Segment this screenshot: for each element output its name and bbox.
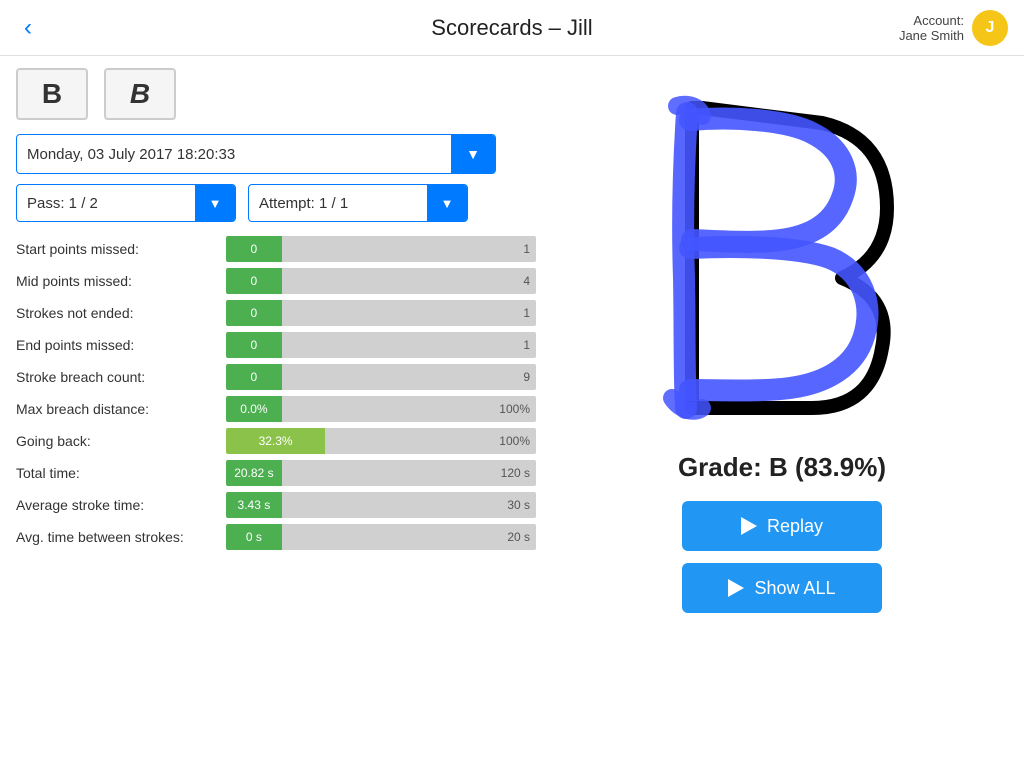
account-label: Account: [913, 13, 964, 28]
avatar[interactable]: J [972, 10, 1008, 46]
stat-max-label: 20 s [507, 530, 530, 544]
show-all-icon [728, 579, 744, 597]
page-title: Scorecards – Jill [431, 15, 592, 41]
stat-row: Stroke breach count:09 [16, 364, 536, 390]
stat-max-label: 100% [499, 434, 530, 448]
attempt-dropdown-label: Attempt: 1 / 1 [249, 195, 427, 212]
stat-max-label: 1 [523, 338, 530, 352]
stat-bar-fill: 20.82 s [226, 460, 282, 486]
replay-button[interactable]: Replay [682, 501, 882, 551]
replay-icon [741, 517, 757, 535]
stat-bar-fill: 0 [226, 300, 282, 326]
left-panel: B B Monday, 03 July 2017 18:20:33 Pass: … [16, 68, 536, 756]
main-content: B B Monday, 03 July 2017 18:20:33 Pass: … [0, 56, 1024, 768]
account-name: Jane Smith [899, 28, 964, 43]
show-all-button[interactable]: Show ALL [682, 563, 882, 613]
letter-canvas [612, 78, 952, 438]
stat-label: End points missed: [16, 337, 216, 353]
account-area: Account: Jane Smith J [899, 10, 1008, 46]
stat-row: Max breach distance: 0.0% 100% [16, 396, 536, 422]
date-dropdown-arrow[interactable] [451, 135, 495, 173]
stat-max-label: 4 [523, 274, 530, 288]
stat-label: Average stroke time: [16, 497, 216, 513]
stat-label: Avg. time between strokes: [16, 529, 216, 545]
pass-dropdown[interactable]: Pass: 1 / 2 [16, 184, 236, 222]
stat-max-label: 9 [523, 370, 530, 384]
stat-bar-container: 3.43 s 30 s [226, 492, 536, 518]
stat-label: Total time: [16, 465, 216, 481]
date-dropdown[interactable]: Monday, 03 July 2017 18:20:33 [16, 134, 496, 174]
stat-label: Stroke breach count: [16, 369, 216, 385]
pass-dropdown-label: Pass: 1 / 2 [17, 195, 195, 212]
stat-bar-container: 09 [226, 364, 536, 390]
stat-bar-fill: 0 [226, 332, 282, 358]
stat-bar-container: 0 s 20 s [226, 524, 536, 550]
stat-bar-fill: 0.0% [226, 396, 282, 422]
grade-display: Grade: B (83.9%) [678, 452, 886, 483]
back-button[interactable]: ‹ [16, 10, 40, 46]
stat-row: End points missed:01 [16, 332, 536, 358]
grade-button-1[interactable]: B [104, 68, 176, 120]
stat-bar-fill: 32.3% [226, 428, 325, 454]
account-info: Account: Jane Smith [899, 13, 964, 43]
stat-bar-container: 01 [226, 332, 536, 358]
stat-row: Going back: 32.3% 100% [16, 428, 536, 454]
stat-label: Going back: [16, 433, 216, 449]
replay-label: Replay [767, 516, 823, 537]
stat-bar-container: 01 [226, 300, 536, 326]
stat-bar-fill: 3.43 s [226, 492, 282, 518]
stat-bar-fill: 0 [226, 364, 282, 390]
stat-bar-fill: 0 [226, 268, 282, 294]
stat-max-label: 30 s [507, 498, 530, 512]
show-all-label: Show ALL [754, 578, 835, 599]
grade-button-0[interactable]: B [16, 68, 88, 120]
stat-max-label: 100% [499, 402, 530, 416]
stat-label: Strokes not ended: [16, 305, 216, 321]
stat-max-label: 1 [523, 242, 530, 256]
stat-bar-container: 01 [226, 236, 536, 262]
header: ‹ Scorecards – Jill Account: Jane Smith … [0, 0, 1024, 56]
stat-bar-fill: 0 [226, 236, 282, 262]
stat-row: Mid points missed:04 [16, 268, 536, 294]
stat-row: Total time: 20.82 s 120 s [16, 460, 536, 486]
stat-label: Start points missed: [16, 241, 216, 257]
stat-max-label: 120 s [501, 466, 530, 480]
stat-max-label: 1 [523, 306, 530, 320]
stat-bar-fill: 0 s [226, 524, 282, 550]
stat-bar-container: 32.3% 100% [226, 428, 536, 454]
pass-dropdown-arrow[interactable] [195, 185, 235, 221]
stat-bar-container: 04 [226, 268, 536, 294]
stats-table: Start points missed:01Mid points missed:… [16, 236, 536, 550]
action-buttons: Replay Show ALL [682, 501, 882, 613]
stat-bar-container: 20.82 s 120 s [226, 460, 536, 486]
right-panel: Grade: B (83.9%) Replay Show ALL [556, 68, 1008, 756]
stat-row: Avg. time between strokes: 0 s 20 s [16, 524, 536, 550]
pass-attempt-row: Pass: 1 / 2 Attempt: 1 / 1 [16, 184, 536, 222]
grade-buttons-row: B B [16, 68, 536, 120]
date-dropdown-value: Monday, 03 July 2017 18:20:33 [17, 146, 451, 163]
stat-label: Mid points missed: [16, 273, 216, 289]
stat-bar-container: 0.0% 100% [226, 396, 536, 422]
attempt-dropdown[interactable]: Attempt: 1 / 1 [248, 184, 468, 222]
stat-row: Average stroke time: 3.43 s 30 s [16, 492, 536, 518]
attempt-dropdown-arrow[interactable] [427, 185, 467, 221]
stat-label: Max breach distance: [16, 401, 216, 417]
stat-row: Strokes not ended:01 [16, 300, 536, 326]
stat-row: Start points missed:01 [16, 236, 536, 262]
